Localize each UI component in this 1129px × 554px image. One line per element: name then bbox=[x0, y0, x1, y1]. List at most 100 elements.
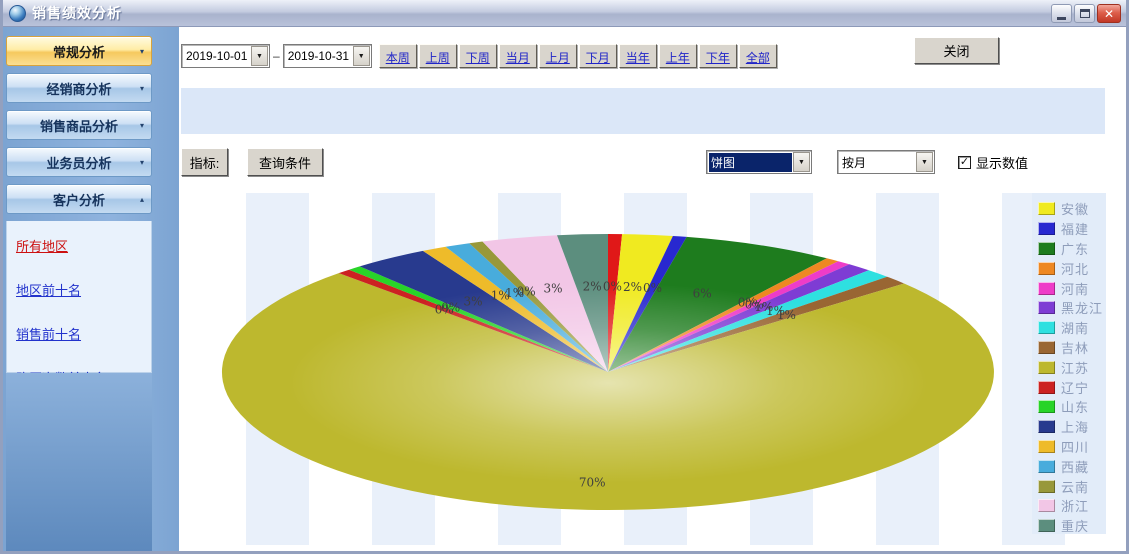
sidebar-link[interactable]: 地区前十名 bbox=[16, 280, 151, 299]
pie-value-label: 0% bbox=[517, 285, 536, 299]
date-to-value: 2019-10-31 bbox=[284, 49, 353, 63]
chevron-down-icon: ▾ bbox=[140, 47, 144, 56]
sidebar-group-label: 销售商品分析 bbox=[40, 116, 118, 135]
legend-label: 山东 bbox=[1061, 397, 1089, 416]
sidebar-group-button[interactable]: 常规分析 ▾ bbox=[6, 36, 152, 66]
legend-item: 山东 bbox=[1038, 397, 1103, 417]
maximize-button[interactable] bbox=[1074, 4, 1095, 23]
legend-label: 江苏 bbox=[1061, 358, 1089, 377]
legend-item: 安徽 bbox=[1038, 199, 1103, 219]
legend-swatch bbox=[1038, 262, 1055, 275]
quick-range-button[interactable]: 上月 bbox=[539, 44, 577, 68]
legend-label: 福建 bbox=[1061, 219, 1089, 238]
checkbox-check-icon[interactable]: ✓ bbox=[958, 156, 971, 169]
sidebar-groups: 常规分析 ▾ 经销商分析 ▾ 销售商品分析 ▾ 业务员分析▾ 客户分析 ▴ bbox=[6, 36, 152, 221]
legend-item: 浙江 bbox=[1038, 496, 1103, 516]
quick-range-button[interactable]: 当月 bbox=[499, 44, 537, 68]
chevron-down-icon: ▾ bbox=[140, 121, 144, 130]
legend-swatch bbox=[1038, 222, 1055, 235]
sidebar: 常规分析▾经销商分析▾销售商品分析▾业务员分析▾客户分析▴ 所有地区地区前十名销… bbox=[3, 27, 179, 551]
legend-swatch bbox=[1038, 480, 1055, 493]
sidebar-links-panel: 所有地区地区前十名销售前十名购买次数前十名 bbox=[6, 221, 152, 373]
quick-range-button[interactable]: 上周 bbox=[419, 44, 457, 68]
query-conditions-button[interactable]: 查询条件 bbox=[247, 148, 323, 176]
legend-item: 河北 bbox=[1038, 258, 1103, 278]
quick-range-button[interactable]: 上年 bbox=[659, 44, 697, 68]
legend-label: 吉林 bbox=[1061, 338, 1089, 357]
legend-item: 云南 bbox=[1038, 476, 1103, 496]
minimize-button[interactable] bbox=[1051, 4, 1072, 23]
date-from-select[interactable]: 2019-10-01 ▼ bbox=[181, 44, 270, 68]
chevron-down-icon[interactable]: ▼ bbox=[251, 46, 268, 66]
sidebar-footer bbox=[6, 373, 152, 551]
close-button[interactable]: 关闭 bbox=[914, 37, 999, 64]
period-value: 按月 bbox=[840, 153, 915, 172]
sidebar-link[interactable]: 销售前十名 bbox=[16, 324, 151, 343]
sidebar-group-button[interactable]: 客户分析 ▴ bbox=[6, 184, 152, 214]
pie-value-label: 3% bbox=[543, 282, 562, 296]
date-from-value: 2019-10-01 bbox=[182, 49, 251, 63]
legend-item: 重庆 bbox=[1038, 516, 1103, 536]
pie-chart: 0%2%0%6%0%0%1%1%1%70%0%0%3%1%1%0%3%2% bbox=[183, 193, 1119, 545]
legend-item: 西藏 bbox=[1038, 456, 1103, 476]
legend-swatch bbox=[1038, 361, 1055, 374]
legend-swatch bbox=[1038, 341, 1055, 354]
legend-swatch bbox=[1038, 519, 1055, 532]
show-values-checkbox[interactable]: ✓ 显示数值 bbox=[958, 153, 1028, 172]
sidebar-group-label: 经销商分析 bbox=[46, 79, 111, 98]
chevron-down-icon: ▾ bbox=[140, 84, 144, 93]
pie-value-label: 0% bbox=[603, 280, 622, 294]
date-to-select[interactable]: 2019-10-31 ▼ bbox=[283, 44, 372, 68]
chart-type-value: 饼图 bbox=[709, 153, 792, 172]
legend-swatch bbox=[1038, 242, 1055, 255]
date-toolbar: 2019-10-01 ▼ – 2019-10-31 ▼ 本周上周下周当月上月下月… bbox=[181, 44, 779, 68]
window-title: 销售绩效分析 bbox=[32, 3, 122, 23]
chevron-down-icon[interactable]: ▼ bbox=[793, 152, 810, 172]
legend-item: 江苏 bbox=[1038, 357, 1103, 377]
legend-label: 河南 bbox=[1061, 279, 1089, 298]
legend-item: 河南 bbox=[1038, 278, 1103, 298]
sidebar-group-button[interactable]: 销售商品分析 ▾ bbox=[6, 110, 152, 140]
quick-range-button[interactable]: 本周 bbox=[379, 44, 417, 68]
legend-label: 湖南 bbox=[1061, 318, 1089, 337]
pie-value-label: 6% bbox=[693, 286, 712, 300]
legend-swatch bbox=[1038, 499, 1055, 512]
titlebar: 销售绩效分析 ✕ bbox=[3, 0, 1126, 27]
quick-range-button[interactable]: 下周 bbox=[459, 44, 497, 68]
close-window-button[interactable]: ✕ bbox=[1097, 4, 1121, 23]
legend-item: 福建 bbox=[1038, 219, 1103, 239]
legend-label: 重庆 bbox=[1061, 516, 1089, 535]
sidebar-group-label: 常规分析 bbox=[53, 42, 105, 61]
legend-item: 吉林 bbox=[1038, 338, 1103, 358]
sidebar-group-button[interactable]: 经销商分析 ▾ bbox=[6, 73, 152, 103]
legend-label: 河北 bbox=[1061, 259, 1089, 278]
legend-swatch bbox=[1038, 301, 1055, 314]
legend-label: 安徽 bbox=[1061, 199, 1089, 218]
main-content: 2019-10-01 ▼ – 2019-10-31 ▼ 本周上周下周当月上月下月… bbox=[179, 27, 1126, 551]
period-select[interactable]: 按月 ▼ bbox=[837, 150, 935, 174]
sidebar-group-label: 客户分析 bbox=[53, 190, 105, 209]
metric-button[interactable]: 指标: bbox=[181, 148, 228, 176]
legend-swatch bbox=[1038, 282, 1055, 295]
pie-value-label: 3% bbox=[463, 294, 482, 308]
chevron-down-icon[interactable]: ▼ bbox=[916, 152, 933, 172]
sidebar-link[interactable]: 所有地区 bbox=[16, 236, 151, 255]
info-panel bbox=[181, 88, 1105, 134]
legend-label: 辽宁 bbox=[1061, 378, 1089, 397]
pie-value-label: 70% bbox=[579, 475, 606, 489]
quick-range-button[interactable]: 全部 bbox=[739, 44, 777, 68]
pie-value-label: 2% bbox=[623, 280, 642, 294]
legend-item: 黑龙江 bbox=[1038, 298, 1103, 318]
pie-value-label: 1% bbox=[777, 308, 796, 322]
pie-chart-region: 0%2%0%6%0%0%1%1%1%70%0%0%3%1%1%0%3%2% 安徽… bbox=[183, 193, 1119, 545]
chevron-down-icon[interactable]: ▼ bbox=[353, 46, 370, 66]
chart-type-select[interactable]: 饼图 ▼ bbox=[706, 150, 812, 174]
chevron-up-icon: ▴ bbox=[140, 195, 144, 204]
legend-swatch bbox=[1038, 440, 1055, 453]
quick-range-button[interactable]: 下月 bbox=[579, 44, 617, 68]
quick-range-button[interactable]: 当年 bbox=[619, 44, 657, 68]
legend-label: 西藏 bbox=[1061, 457, 1089, 476]
legend-item: 上海 bbox=[1038, 417, 1103, 437]
sidebar-group-button[interactable]: 业务员分析▾ bbox=[6, 147, 152, 177]
quick-range-button[interactable]: 下年 bbox=[699, 44, 737, 68]
